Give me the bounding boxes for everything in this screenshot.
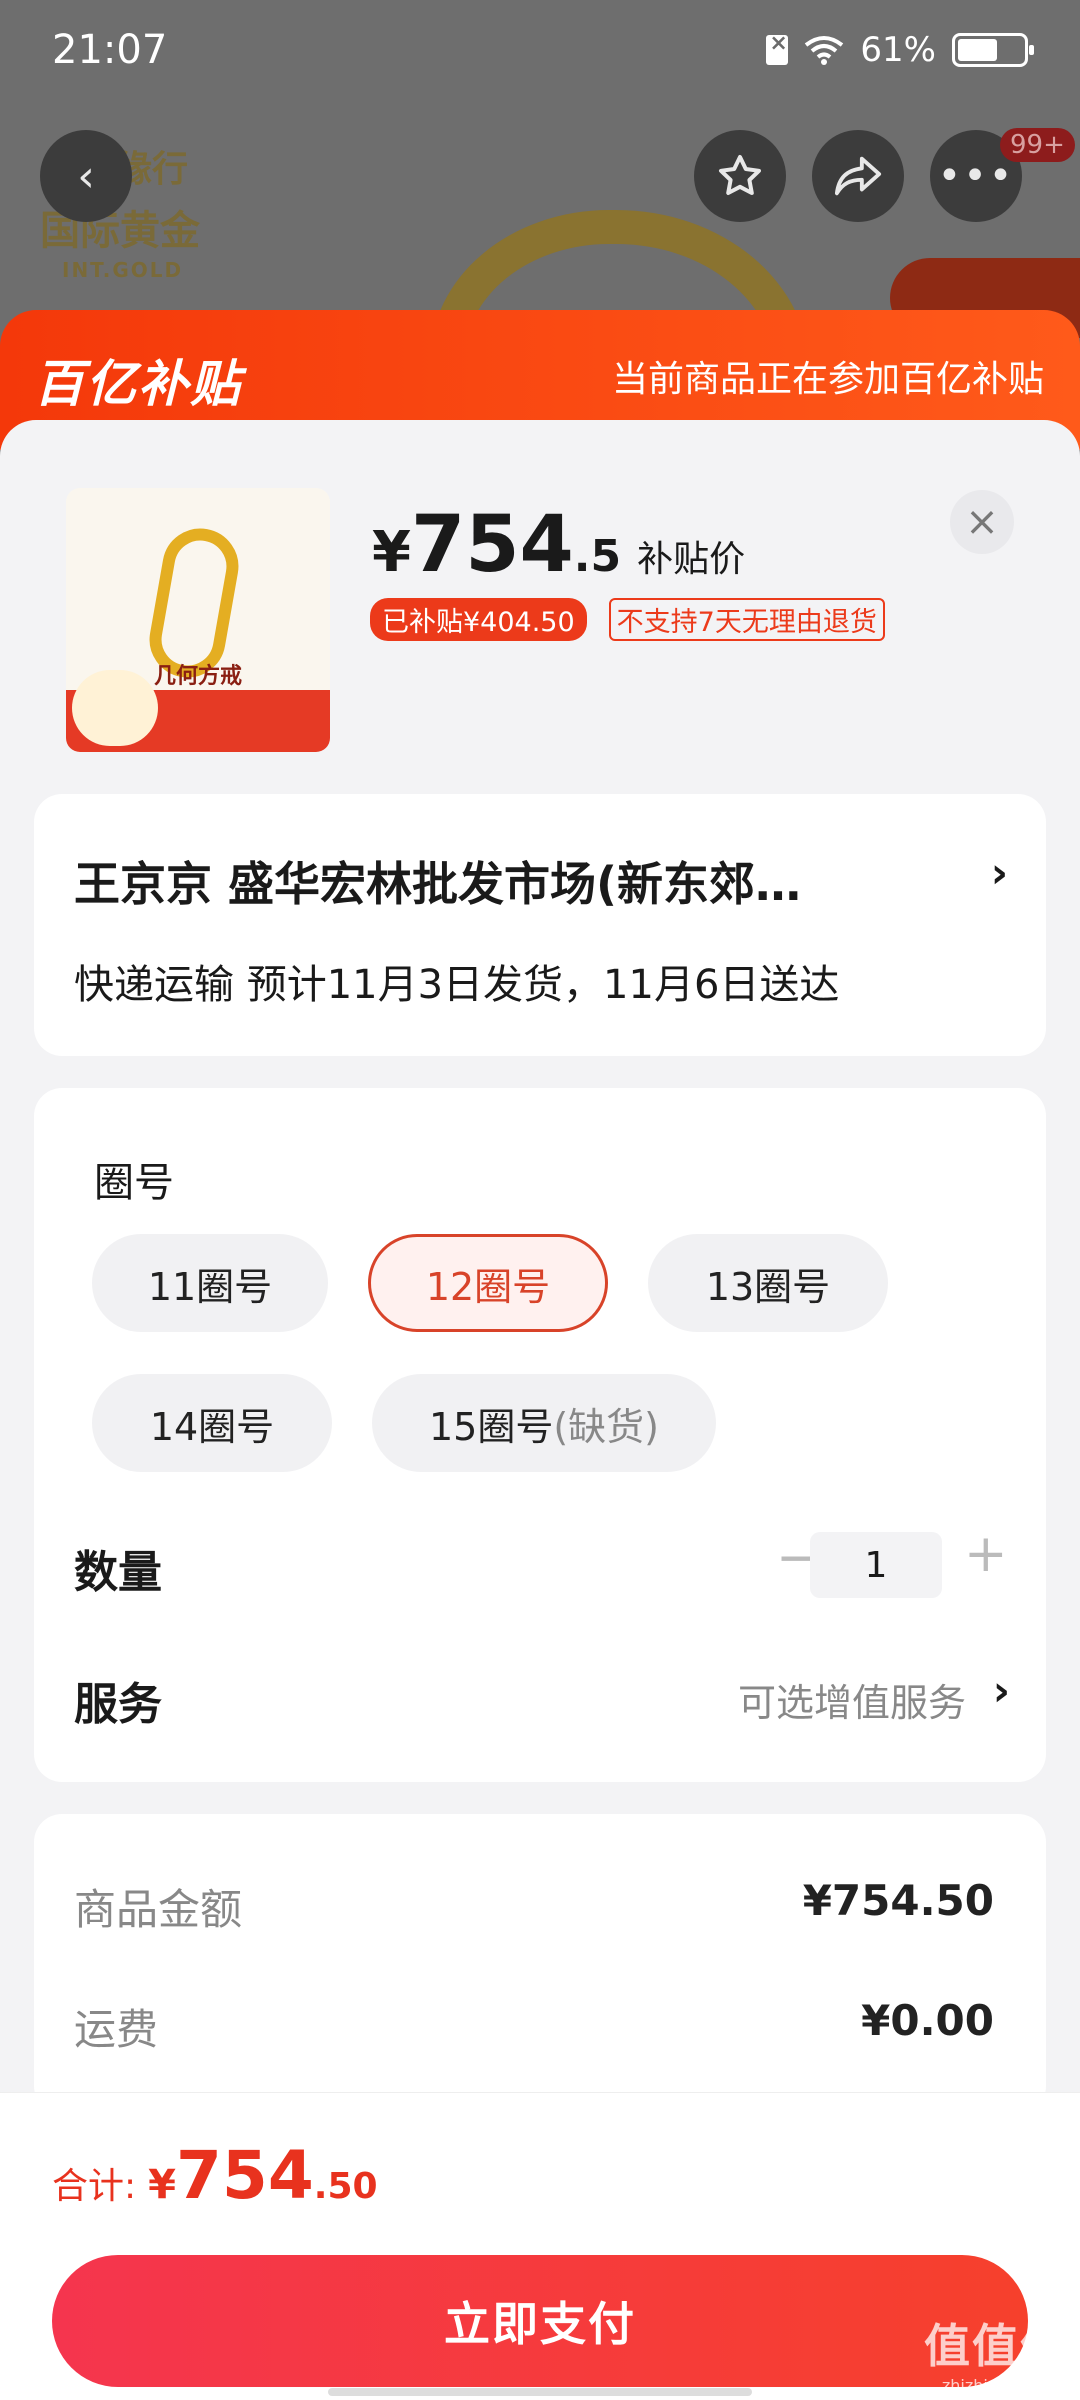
size-option-11[interactable]: 11圈号 [92,1234,328,1332]
price-label: 补贴价 [637,539,746,580]
back-button[interactable]: ‹ [40,130,132,222]
total-integer: 754 [175,2137,314,2214]
no-sim-icon [766,31,789,65]
close-icon: × [965,499,999,545]
chevron-right-icon: › [992,1666,1010,1715]
service-label: 服务 [74,1679,162,1730]
size-option-12[interactable]: 12圈号 [368,1234,608,1332]
out-of-stock-note: (缺货) [553,1404,659,1449]
star-icon [719,155,761,195]
total-decimal: .50 [313,2166,378,2207]
checkout-bar: 合计: ¥ 754 .50 立即支付 [0,2092,1080,2400]
address-card[interactable]: 王京京 盛华宏林批发市场(新东郊… › 快递运输 预计11月3日发货，11月6日… [34,794,1046,1056]
address-line: 王京京 盛华宏林批发市场(新东郊… [74,857,802,911]
size-option-14[interactable]: 14圈号 [92,1374,332,1472]
battery-icon [952,33,1034,67]
total-row: 合计: ¥ 754 .50 [52,2137,378,2214]
chevron-right-icon: › [990,848,1008,897]
price-row: ¥ 754 .5 补贴价 [372,500,745,590]
price-decimal: .5 [573,531,622,582]
battery-fill [958,39,998,61]
quantity-input[interactable]: 1 [810,1532,942,1598]
wifi-icon [805,36,844,65]
home-indicator [328,2388,752,2396]
pay-now-button[interactable]: 立即支付 [52,2255,1028,2387]
favorite-button[interactable] [694,130,786,222]
subsidy-amount-tag: 已补贴¥404.50 [370,598,587,641]
product-header: 几何方戒 ¥ 754 .5 补贴价 × 已补贴¥404.50 不支持7天无理由退… [0,420,1080,760]
status-bar: 21:07 61% [0,0,1080,100]
share-button[interactable] [812,130,904,222]
no-return-tag: 不支持7天无理由退货 [608,598,885,641]
more-dots-icon: ••• [937,153,1015,199]
tag-row: 已补贴¥404.50 不支持7天无理由退货 [370,598,885,641]
battery-percent: 61% [860,30,936,70]
shipping-fee-label: 运费 [74,2005,159,2054]
chevron-left-icon: ‹ [77,150,95,202]
goods-amount-label: 商品金额 [74,1885,243,1934]
shipping-estimate: 快递运输 预计11月3日发货，11月6日送达 [74,962,840,1008]
spec-card: 圈号 11圈号 12圈号 13圈号 14圈号 15圈号 (缺货) 数量 − 1 +… [34,1088,1046,1782]
product-thumbnail: 几何方戒 [66,488,330,752]
status-icons: 61% [766,30,1034,70]
size-option-15[interactable]: 15圈号 (缺货) [372,1374,716,1472]
status-time: 21:07 [52,27,168,73]
service-selector[interactable]: 可选增值服务 [738,1672,966,1727]
goods-amount-row: 商品金额 ¥754.50 [74,1876,994,1937]
spec-title: 圈号 [94,1160,174,1206]
quantity-label: 数量 [74,1547,162,1598]
close-button[interactable]: × [950,490,1014,554]
price-symbol: ¥ [372,520,411,585]
thumbnail-tag [72,670,158,746]
size-option-13[interactable]: 13圈号 [648,1234,888,1332]
notification-badge: 99+ [1000,128,1075,162]
goods-amount-value: ¥754.50 [802,1876,994,1925]
total-label: 合计: [52,2166,137,2207]
quantity-increment-button[interactable]: + [964,1524,1008,1584]
shipping-fee-value: ¥0.00 [861,1996,994,2045]
watermark: 值值值 zhizhizhi.com [924,2319,1068,2395]
share-arrow-icon [834,156,882,196]
order-summary-card: 商品金额 ¥754.50 运费 ¥0.00 [34,1814,1046,2114]
shipping-fee-row: 运费 ¥0.00 [74,1996,994,2057]
total-symbol: ¥ [148,2162,176,2208]
price-integer: 754 [410,500,574,590]
